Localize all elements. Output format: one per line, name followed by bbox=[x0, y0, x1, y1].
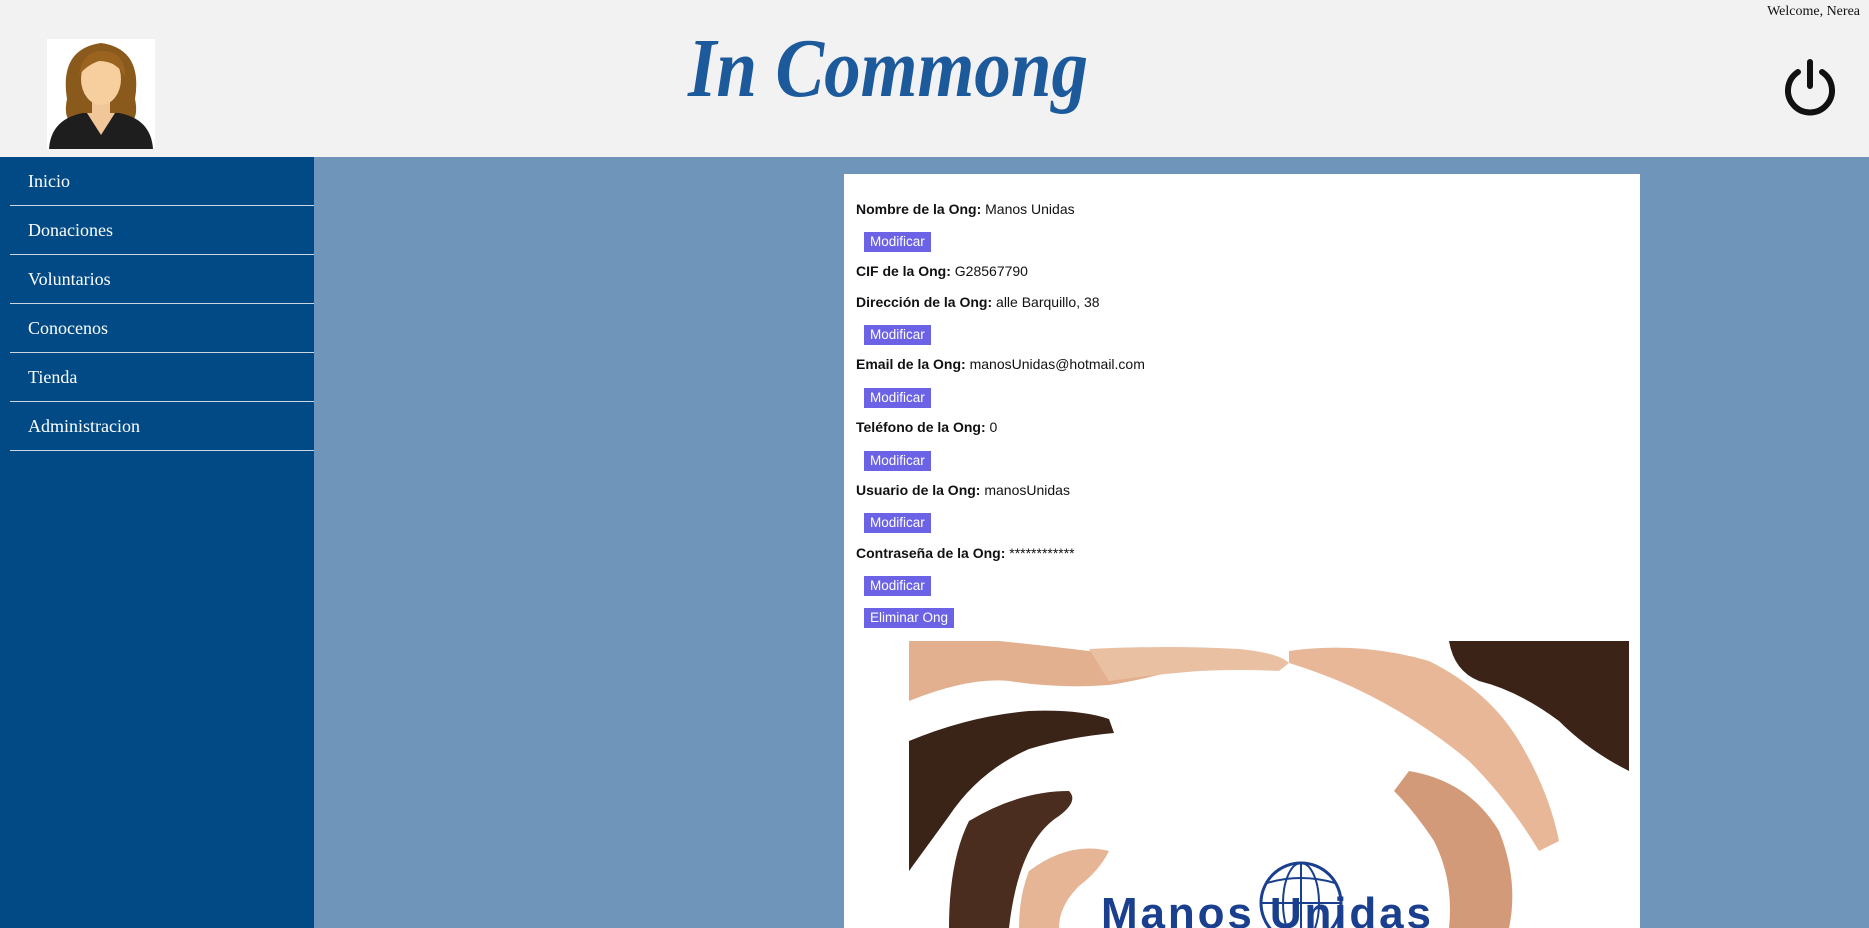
sidebar-item-administracion[interactable]: Administracion bbox=[10, 402, 314, 451]
sidebar: Inicio Donaciones Voluntarios Conocenos … bbox=[0, 157, 314, 928]
ong-user-label: Usuario de la Ong: bbox=[856, 482, 981, 498]
header: In Commong Welcome, Nerea bbox=[0, 0, 1869, 157]
ong-phone-value: 0 bbox=[989, 419, 998, 435]
logout-button[interactable] bbox=[1781, 58, 1839, 116]
ong-password-value: ************ bbox=[1009, 545, 1075, 561]
delete-ong-button[interactable]: Eliminar Ong bbox=[864, 608, 955, 628]
sidebar-nav: Inicio Donaciones Voluntarios Conocenos … bbox=[10, 157, 314, 451]
avatar[interactable] bbox=[47, 39, 155, 149]
power-icon bbox=[1785, 59, 1835, 116]
ong-address-row: Dirección de la Ong: alle Barquillo, 38 bbox=[856, 294, 1100, 310]
sidebar-item-donaciones[interactable]: Donaciones bbox=[10, 206, 314, 255]
ong-cif-value: G28567790 bbox=[954, 263, 1028, 279]
modify-user-button[interactable]: Modificar bbox=[864, 513, 931, 533]
ong-name-label: Nombre de la Ong: bbox=[856, 201, 982, 217]
ong-password-row: Contraseña de la Ong: ************ bbox=[856, 545, 1075, 561]
ong-name-value: Manos Unidas bbox=[985, 201, 1075, 217]
modify-address-button[interactable]: Modificar bbox=[864, 325, 931, 345]
ong-password-label: Contraseña de la Ong: bbox=[856, 545, 1006, 561]
ong-address-label: Dirección de la Ong: bbox=[856, 294, 993, 310]
ong-cif-label: CIF de la Ong: bbox=[856, 263, 951, 279]
ong-image: Manos Unidas bbox=[909, 641, 1629, 928]
user-avatar-icon bbox=[49, 43, 153, 149]
ong-user-row: Usuario de la Ong: manosUnidas bbox=[856, 482, 1070, 498]
ong-cif-row: CIF de la Ong: G28567790 bbox=[856, 263, 1028, 279]
sidebar-item-conocenos[interactable]: Conocenos bbox=[10, 304, 314, 353]
ong-user-value: manosUnidas bbox=[984, 482, 1070, 498]
sidebar-item-inicio[interactable]: Inicio bbox=[10, 157, 314, 206]
ong-email-row: Email de la Ong: manosUnidas@hotmail.com bbox=[856, 356, 1145, 372]
logo-text: In Commong bbox=[687, 22, 1088, 115]
modify-email-button[interactable]: Modificar bbox=[864, 388, 931, 408]
modify-name-button[interactable]: Modificar bbox=[864, 232, 931, 252]
modify-password-button[interactable]: Modificar bbox=[864, 576, 931, 596]
ong-email-value: manosUnidas@hotmail.com bbox=[969, 356, 1145, 372]
hands-image: Manos Unidas bbox=[909, 641, 1629, 928]
ong-details-panel: Nombre de la Ong: Manos Unidas Modificar… bbox=[844, 174, 1640, 928]
ong-name-row: Nombre de la Ong: Manos Unidas bbox=[856, 201, 1075, 217]
site-logo[interactable]: In Commong bbox=[680, 14, 1100, 124]
ong-phone-row: Teléfono de la Ong: 0 bbox=[856, 419, 997, 435]
sidebar-item-voluntarios[interactable]: Voluntarios bbox=[10, 255, 314, 304]
ong-address-value: alle Barquillo, 38 bbox=[996, 294, 1100, 310]
sidebar-item-tienda[interactable]: Tienda bbox=[10, 353, 314, 402]
ong-phone-label: Teléfono de la Ong: bbox=[856, 419, 986, 435]
welcome-text: Welcome, Nerea bbox=[1767, 4, 1860, 19]
ong-email-label: Email de la Ong: bbox=[856, 356, 966, 372]
manos-unidas-logo-text: Manos Unidas bbox=[1101, 889, 1431, 928]
modify-phone-button[interactable]: Modificar bbox=[864, 451, 931, 471]
